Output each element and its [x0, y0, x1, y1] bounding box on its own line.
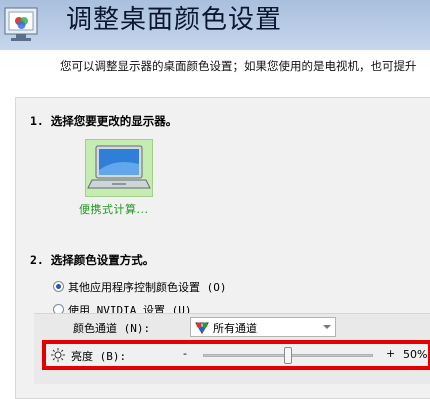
section-select-display-title: 1. 选择您要更改的显示器。 [30, 114, 178, 128]
display-laptop-tile[interactable] [85, 139, 153, 197]
section-color-method-title: 2. 选择颜色设置方式。 [30, 253, 155, 267]
page-title: 调整桌面颜色设置 [66, 5, 283, 35]
laptop-icon [87, 145, 151, 189]
display-label[interactable]: 便携式计算... [79, 201, 149, 217]
brightness-label: 亮度 (B): [71, 350, 127, 363]
chevron-down-icon [323, 325, 331, 329]
brightness-plus: + [386, 347, 396, 360]
rgb-channels-icon [195, 322, 209, 334]
brightness-value: 50% [403, 348, 428, 361]
page-description: 您可以调整显示器的桌面颜色设置；如果您使用的是电视机，也可提升 [60, 59, 417, 73]
radio-other-apps-control[interactable] [53, 281, 64, 292]
option-other-apps-control-label[interactable]: 其他应用程序控制颜色设置 (O) [68, 279, 227, 295]
brightness-slider-thumb[interactable] [284, 347, 292, 364]
display-color-icon [4, 7, 38, 41]
color-channel-label: 颜色通道 (N): [73, 322, 151, 335]
color-channel-dropdown[interactable]: 所有通道 [190, 317, 336, 337]
brightness-minus: - [183, 347, 187, 360]
brightness-sun-icon [51, 348, 65, 362]
color-channel-value: 所有通道 [213, 322, 257, 335]
header-banner: 调整桌面颜色设置 [0, 0, 430, 50]
